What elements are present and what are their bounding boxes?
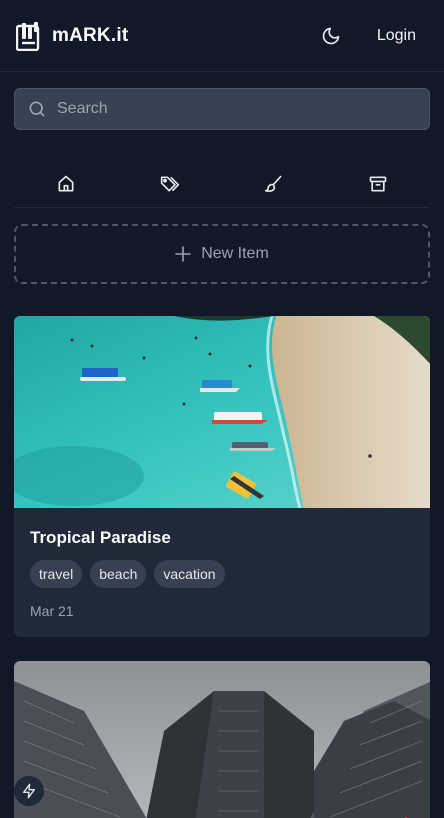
moon-icon xyxy=(322,27,340,44)
login-button[interactable]: Login xyxy=(377,27,416,45)
search-icon xyxy=(29,101,45,117)
card-image xyxy=(14,661,430,818)
tag-chip[interactable]: vacation xyxy=(154,560,225,588)
card-title[interactable]: Tropical Paradise xyxy=(30,528,414,548)
search-input[interactable] xyxy=(57,100,417,118)
tag-list: travel beach vacation xyxy=(30,560,414,588)
archive-icon xyxy=(369,176,387,192)
lightning-icon xyxy=(23,783,35,799)
nav-archive[interactable] xyxy=(326,168,430,207)
card-date: Mar 21 xyxy=(30,603,74,619)
bookmark-card-2[interactable] xyxy=(14,661,430,818)
new-item-label: New Item xyxy=(201,245,269,262)
logo[interactable]: mARK.it xyxy=(16,21,128,51)
nav-home[interactable] xyxy=(14,168,118,207)
tag-chip[interactable]: travel xyxy=(30,560,83,588)
nav-brush[interactable] xyxy=(222,168,326,207)
search-bar[interactable] xyxy=(14,88,430,130)
app-header: mARK.it Login xyxy=(0,0,444,72)
theme-toggle-button[interactable] xyxy=(311,16,351,56)
nav-bar xyxy=(14,168,430,208)
brush-icon xyxy=(264,175,282,192)
new-item-button[interactable]: New Item xyxy=(14,224,430,284)
search-section xyxy=(0,72,444,130)
card-image xyxy=(14,316,430,508)
card-body: Tropical Paradise travel beach vacation … xyxy=(14,508,430,637)
plus-icon xyxy=(175,246,192,262)
tag-chip[interactable]: beach xyxy=(90,560,147,588)
nav-tags[interactable] xyxy=(118,168,222,207)
logo-icon xyxy=(16,21,40,51)
bookmark-card[interactable]: Tropical Paradise travel beach vacation … xyxy=(14,316,430,637)
home-icon xyxy=(58,175,74,192)
quick-action-button[interactable] xyxy=(14,776,44,806)
brand-name: mARK.it xyxy=(52,24,129,46)
tags-icon xyxy=(160,176,180,192)
